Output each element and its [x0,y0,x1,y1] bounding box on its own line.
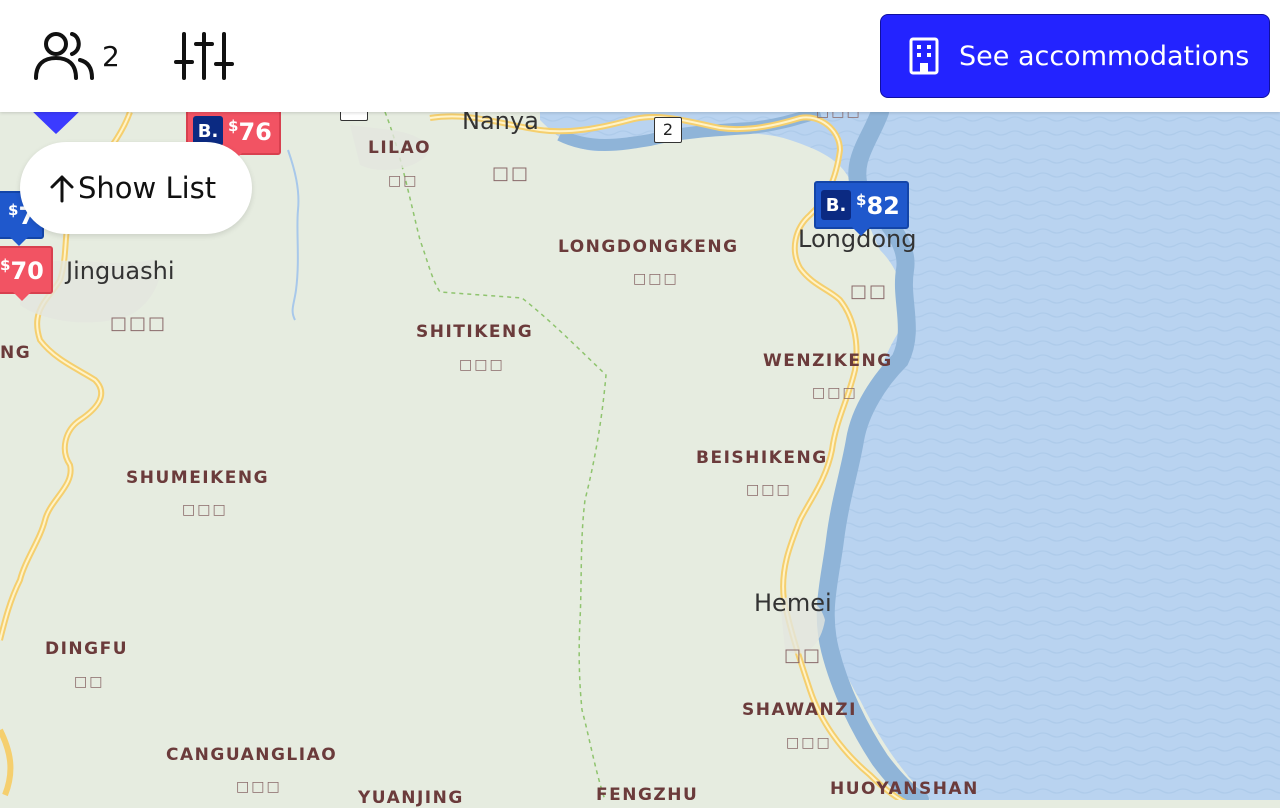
guest-count: 2 [102,39,120,73]
place-hemei: Hemei [754,589,832,617]
see-accommodations-label: See accommodations [959,40,1250,72]
place-canguangliao: CANGUANGLIAO [166,745,338,765]
users-icon [34,32,94,80]
place-shumeikeng: SHUMEIKENG [126,468,270,488]
cjk-beishikeng: □□□ [746,482,792,498]
cjk-hemei: □□ [784,645,823,666]
top-bar: 2 See accommodations [0,0,1280,112]
arrow-up-icon [50,175,74,203]
cjk-shitikeng: □□□ [459,357,505,373]
place-huoyanshan: HUOYANSHAN [830,779,979,799]
cjk-longdongkeng: □□□ [633,271,679,287]
guests-button[interactable]: 2 [34,30,120,82]
place-shitikeng: SHITIKENG [416,322,534,342]
building-icon [909,37,939,75]
cjk-nanya: □□ [492,163,531,184]
price-marker-82[interactable]: B. $82 [814,181,909,236]
road-shield: 2 [654,117,682,143]
see-accommodations-button[interactable]: See accommodations [880,14,1270,98]
price-marker-70[interactable]: $70 [0,246,53,301]
booking-logo-icon: B. [821,190,851,220]
cjk-lilao: □□ [388,173,419,189]
cjk-shawanzi: □□□ [786,735,832,751]
place-yuanjing: YUANJING [358,788,464,808]
cjk-longdong: □□ [850,281,889,302]
place-partial-ng: NG [0,343,32,363]
place-dingfu: DINGFU [45,639,129,659]
place-lilao: LILAO [368,138,432,158]
place-jinguashi: Jinguashi [66,257,175,285]
cjk-canguangliao: □□□ [236,779,282,795]
place-shawanzi: SHAWANZI [742,700,857,720]
show-list-button[interactable]: Show List [20,142,252,234]
filters-button[interactable] [174,30,234,87]
place-beishikeng: BEISHIKENG [696,448,828,468]
sliders-icon [174,32,234,80]
cjk-jinguashi: □□□ [110,313,168,334]
cjk-wenzikeng: □□□ [812,385,858,401]
place-longdongkeng: LONGDONGKENG [558,237,739,257]
cjk-shumeikeng: □□□ [182,502,228,518]
place-wenzikeng: WENZIKENG [763,351,893,371]
cjk-dingfu: □□ [74,674,105,690]
place-fengzhu: FENGZHU [596,785,699,805]
show-list-label: Show List [78,171,217,205]
map-view[interactable]: 2 LILAO LONGDONGKENG SHITIKENG WENZIKENG… [0,0,1280,808]
